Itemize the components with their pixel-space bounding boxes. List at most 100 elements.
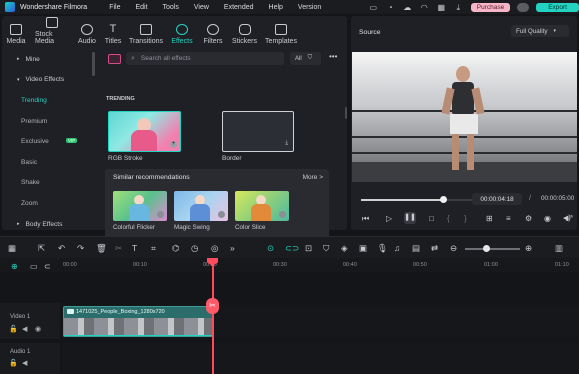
zoom-in-icon[interactable]: ⊕ [525,243,532,253]
effect-thumb-colorful-flicker[interactable] [113,191,167,221]
play-icon[interactable]: ▷ [386,214,392,223]
fullscreen-icon[interactable]: ⤢ [566,214,572,224]
sidebar-item-video-effects[interactable]: ▾ Video Effects [2,70,94,91]
download-icon[interactable]: ⤓ [285,140,288,147]
speed-icon[interactable]: ◷ [191,243,198,253]
track-manager-icon[interactable]: ▭ [30,262,38,272]
lock-icon[interactable]: 🔓 [9,359,18,367]
more-tools-icon[interactable]: » [230,243,235,253]
settings-icon[interactable]: ⚙ [525,214,532,223]
pause-icon[interactable]: ❚❚ [404,212,416,224]
download-icon[interactable]: ⤓ [454,3,463,12]
eye-icon[interactable]: ◉ [35,325,41,333]
favorites-button[interactable] [108,54,121,64]
menu-version[interactable]: Version [298,4,321,11]
layout-grid-icon[interactable]: ▦ [8,243,16,253]
lock-icon[interactable]: 🔓 [9,325,18,333]
effect-thumb-color-slice[interactable] [235,191,289,221]
snap-icon[interactable]: ⊙ [267,243,274,253]
menu-edit[interactable]: Edit [135,4,147,11]
sidebar-item-trending[interactable]: Trending [2,90,94,111]
text-icon[interactable]: T [132,243,137,253]
audio-mixer-icon[interactable]: ♫ [394,243,400,253]
more-link[interactable]: More > [303,174,323,181]
filter-dropdown[interactable]: All ⛉ [290,52,321,65]
tab-audio[interactable]: Audio [74,16,100,45]
export-button[interactable]: Export [536,2,579,12]
search-input[interactable]: ⌕ Search all effects [126,52,284,65]
monitor-icon[interactable]: ▭ [369,3,378,12]
shield-icon[interactable]: ⛉ [323,243,329,253]
timeline-settings-icon[interactable]: ▥ [555,243,563,253]
tab-templates[interactable]: Templates [261,16,301,45]
stop-icon[interactable]: □ [429,214,434,223]
render-icon[interactable]: ≡ [506,214,511,223]
avatar[interactable] [517,2,530,12]
zoom-slider[interactable] [465,248,520,250]
current-time[interactable]: 00:00:04:18 [472,193,522,205]
zoom-slider-handle[interactable] [483,245,490,252]
mark-in-icon[interactable]: { [447,214,450,223]
add-track-icon[interactable]: ⊕ [11,262,18,272]
grid-icon[interactable]: ▦ [437,3,446,12]
select-tool-icon[interactable]: ⇱ [38,243,45,253]
delete-icon[interactable]: 🗑 [96,243,107,253]
cloud-upload-icon[interactable]: ☁ [403,3,412,12]
video-clip[interactable]: 1471025_People_Boxing_1280x720 [63,306,213,337]
replace-icon[interactable]: ⇄ [431,243,438,253]
redo-icon[interactable]: ↷ [77,243,84,253]
camera-icon[interactable]: ◉ [544,214,551,223]
tab-stock-media[interactable]: Stock Media [30,16,74,45]
ai-tools-icon[interactable]: ⌬ [172,243,179,253]
menu-tools[interactable]: Tools [163,4,179,11]
tab-media[interactable]: Media [2,16,30,45]
snapshot-add-icon[interactable]: ⊞ [486,214,493,223]
cut-icon[interactable]: ✂ [115,243,122,253]
keyframe-icon[interactable]: ◈ [341,243,348,253]
progress-handle[interactable] [440,196,447,203]
sidebar-item-basic[interactable]: Basic [2,152,94,173]
menu-extended[interactable]: Extended [224,4,254,11]
menu-file[interactable]: File [109,4,120,11]
sidebar-item-shake[interactable]: Shake [2,173,94,194]
tab-transitions[interactable]: Transitions [126,16,166,45]
tab-filters[interactable]: Filters [198,16,228,45]
effect-thumb-rgb-stroke[interactable]: + [108,111,181,152]
tab-effects[interactable]: Effects [166,16,198,45]
tab-titles[interactable]: T Titles [100,16,126,46]
quality-dropdown[interactable]: Full Quality ▾ [511,25,569,37]
link-track-icon[interactable]: ⊂ [44,262,51,272]
zoom-out-icon[interactable]: ⊖ [450,243,457,253]
crop-icon[interactable]: ⌗ [151,243,156,253]
effect-thumb-magic-swing[interactable] [174,191,228,221]
purchase-button[interactable]: Purchase [470,2,511,12]
menu-view[interactable]: View [194,4,209,11]
clip-icon[interactable]: ▤ [412,243,420,253]
link-icon[interactable]: ⊂⊃ [285,243,299,253]
volume-icon[interactable]: ◀ [22,325,27,333]
split-scissors-icon[interactable]: ✂ [206,298,219,314]
marker-icon[interactable]: ⊡ [305,243,312,253]
video-preview[interactable] [352,52,577,182]
volume-icon[interactable]: ◀ [22,359,27,367]
sidebar-item-exclusive[interactable]: Exclusive VIP [2,131,94,152]
tab-stickers[interactable]: Stickers [228,16,261,45]
timeline-ruler[interactable]: ⊕ ▭ ⊂ 00:00 00:10 00:20 00:30 00:40 00:5… [0,258,579,272]
sidebar-item-premium[interactable]: Premium [2,111,94,132]
sidebar-item-body-effects[interactable]: ▸ Body Effects [2,214,94,235]
download-icon[interactable] [157,211,164,218]
mark-out-icon[interactable]: } [464,214,467,223]
undo-icon[interactable]: ↶ [58,243,65,253]
voiceover-icon[interactable]: ▣ [359,243,367,253]
microphone-icon[interactable]: 🎙 [377,243,388,253]
content-scrollbar[interactable] [345,107,347,119]
sidebar-item-zoom[interactable]: Zoom [2,193,94,214]
sidebar-scrollbar[interactable] [92,52,95,76]
color-icon[interactable]: ◎ [211,243,218,253]
prev-frame-icon[interactable]: ⏮ [362,214,369,223]
effect-thumb-border[interactable]: ⤓ [222,111,294,152]
playhead[interactable] [212,258,214,374]
sidebar-item-mine[interactable]: ▸ Mine [2,49,94,70]
add-icon[interactable]: + [170,141,177,148]
menu-help[interactable]: Help [269,4,283,11]
